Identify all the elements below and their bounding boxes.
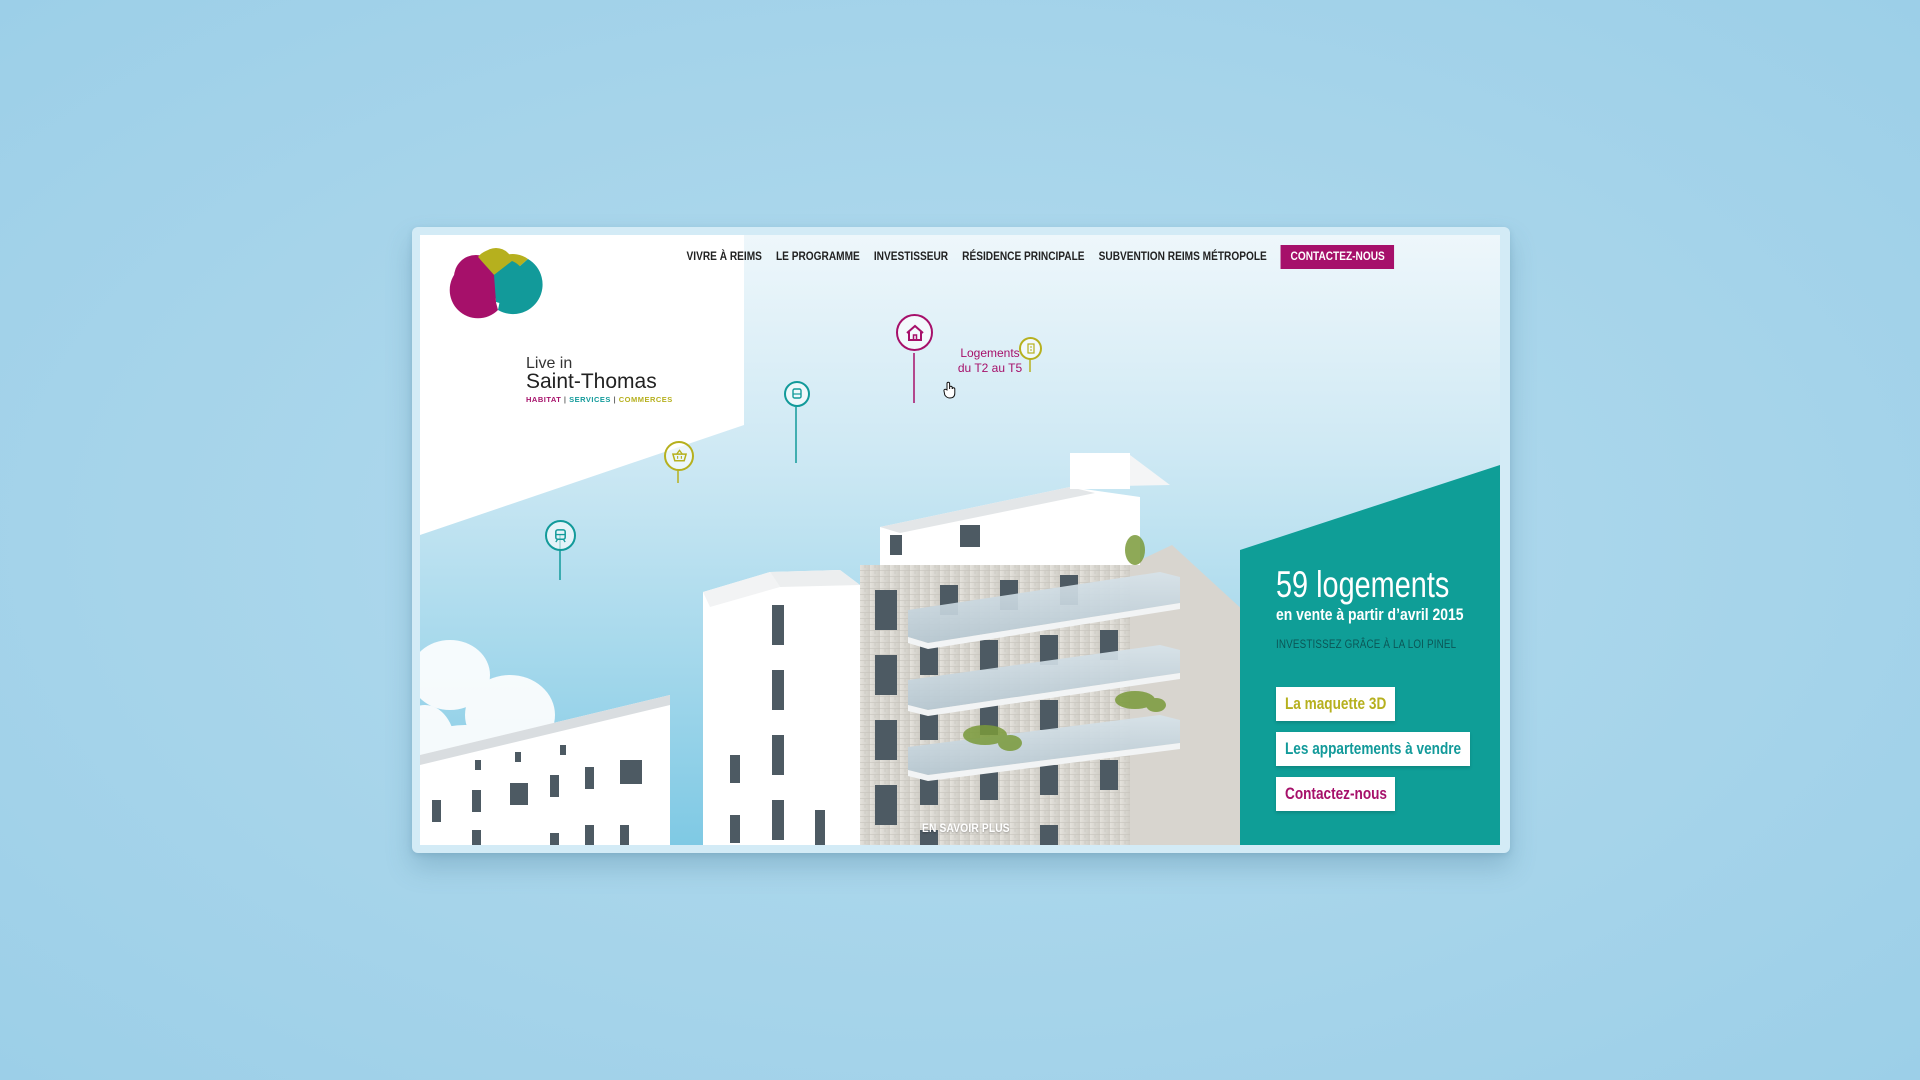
info-panel: 59 logements en vente à partir d’avril 2…: [1276, 564, 1486, 652]
panel-headline: 59 logements: [1276, 564, 1450, 605]
tram-icon[interactable]: [545, 520, 576, 551]
panel-subline: en vente à partir d’avril 2015: [1276, 605, 1464, 624]
appartements-a-vendre-button[interactable]: Les appartements à vendre: [1276, 732, 1470, 766]
pin-tooltip-line2: du T2 au T5: [957, 361, 1023, 375]
building-icon[interactable]: [1019, 337, 1042, 360]
logo-tag-services: SERVICES: [569, 395, 611, 404]
logo-tagline: HABITAT | SERVICES | COMMERCES: [526, 395, 673, 404]
basket-icon[interactable]: [664, 441, 694, 471]
contactez-nous-button[interactable]: Contactez-nous: [1276, 777, 1395, 811]
building-middle: [703, 570, 860, 845]
logo-line2: Saint-Thomas: [526, 370, 657, 393]
maquette-3d-button[interactable]: La maquette 3D: [1276, 687, 1395, 721]
nav-item-le-programme[interactable]: LE PROGRAMME: [776, 251, 860, 263]
nav-item-residence-principale[interactable]: RÉSIDENCE PRINCIPALE: [962, 251, 1084, 263]
house-icon[interactable]: [896, 314, 933, 351]
nav-item-subvention-reims-metropole[interactable]: SUBVENTION REIMS MÉTROPOLE: [1098, 251, 1266, 263]
logo-tag-habitat: HABITAT: [526, 395, 562, 404]
nav-item-vivre-a-reims[interactable]: VIVRE À REIMS: [686, 251, 761, 263]
logo-tag-commerces: COMMERCES: [618, 395, 673, 404]
logo-tag-separator: |: [613, 395, 617, 404]
main-nav: VIVRE À REIMS LE PROGRAMME INVESTISSEUR …: [686, 245, 1394, 269]
website-viewport: VIVRE À REIMS LE PROGRAMME INVESTISSEUR …: [420, 235, 1500, 845]
nav-item-investisseur[interactable]: INVESTISSEUR: [873, 251, 947, 263]
hand-cursor-icon: [943, 381, 957, 404]
panel-pinel-text: INVESTISSEZ GRÂCE À LA LOI PINEL: [1276, 637, 1457, 651]
nav-contact-button[interactable]: CONTACTEZ-NOUS: [1280, 245, 1394, 269]
learn-more-link[interactable]: EN SAVOIR PLUS: [922, 821, 1010, 835]
bus-icon[interactable]: [784, 381, 810, 407]
logo-tag-separator: |: [563, 395, 567, 404]
logo[interactable]: Live in Saint-Thomas HABITAT | SERVICES …: [526, 355, 673, 404]
